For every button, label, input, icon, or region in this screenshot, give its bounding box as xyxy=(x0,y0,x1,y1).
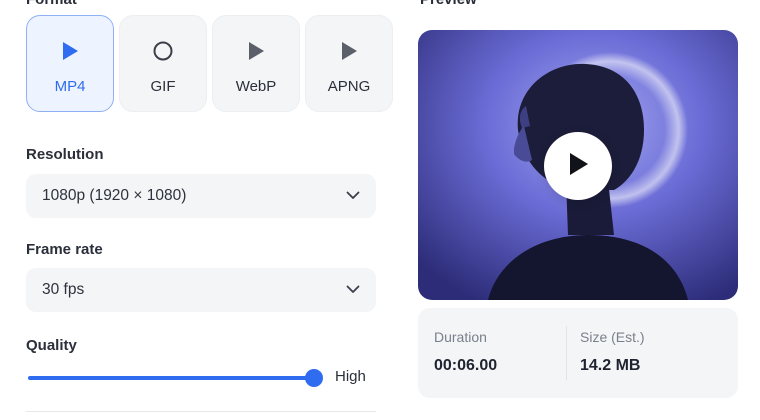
resolution-value: 1080p (1920 × 1080) xyxy=(42,187,187,204)
play-icon xyxy=(338,40,360,62)
format-option-label: APNG xyxy=(327,78,371,95)
chevron-down-icon xyxy=(346,281,360,299)
size-label: Size (Est.) xyxy=(580,329,645,345)
format-label: Format xyxy=(26,0,77,8)
quality-slider-track[interactable] xyxy=(28,376,316,380)
format-option-label: WebP xyxy=(235,78,277,95)
format-option-webp[interactable]: WebP xyxy=(212,15,300,112)
size-value: 14.2 MB xyxy=(580,357,641,374)
format-option-label: GIF xyxy=(150,78,176,95)
frame-rate-label: Frame rate xyxy=(26,241,103,258)
format-option-apng[interactable]: APNG xyxy=(305,15,393,112)
resolution-select[interactable]: 1080p (1920 × 1080) xyxy=(26,174,376,218)
play-icon xyxy=(565,150,591,183)
format-option-label: MP4 xyxy=(54,78,86,95)
preview-label: Preview xyxy=(420,0,477,8)
frame-rate-select[interactable]: 30 fps xyxy=(26,268,376,312)
circle-icon xyxy=(152,40,174,62)
quality-slider-thumb[interactable] xyxy=(305,369,323,387)
quality-label: Quality xyxy=(26,337,77,354)
play-button[interactable] xyxy=(544,132,612,200)
quality-value: High xyxy=(335,368,366,385)
export-settings: Format MP4 GIF WebP APNG Resolution 1080… xyxy=(0,0,760,420)
resolution-label: Resolution xyxy=(26,146,104,163)
chevron-down-icon xyxy=(346,187,360,205)
format-option-gif[interactable]: GIF xyxy=(119,15,207,112)
info-divider xyxy=(566,326,567,380)
play-icon xyxy=(59,40,81,62)
frame-rate-value: 30 fps xyxy=(42,281,85,298)
divider xyxy=(26,411,376,412)
format-option-mp4[interactable]: MP4 xyxy=(26,15,114,112)
play-icon xyxy=(245,40,267,62)
duration-label: Duration xyxy=(434,329,487,345)
duration-value: 00:06.00 xyxy=(434,357,498,374)
export-info-panel: Duration 00:06.00 Size (Est.) 14.2 MB xyxy=(418,308,738,398)
